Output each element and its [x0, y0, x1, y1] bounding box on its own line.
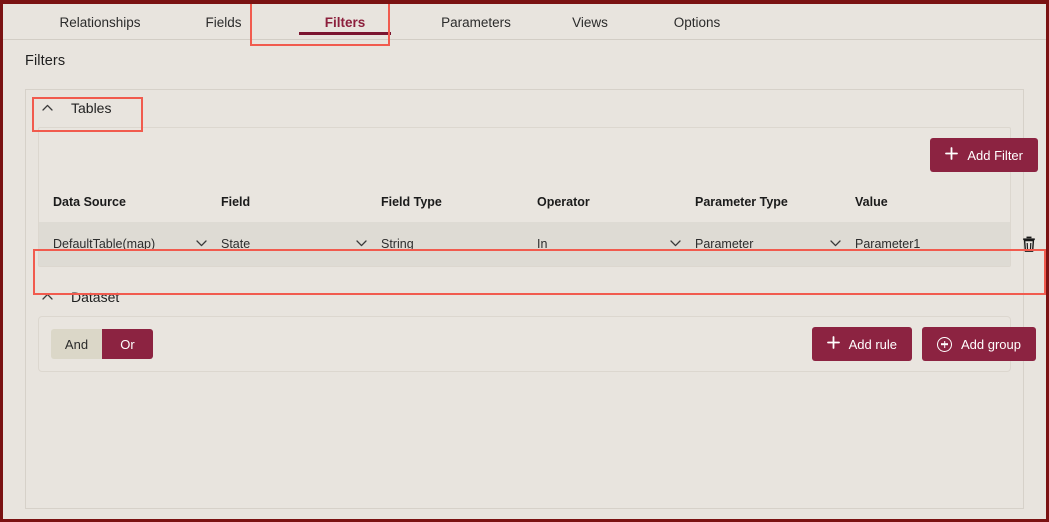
tab-strip: Relationships Fields Filters Parameters …	[3, 3, 1046, 40]
dataset-section-header[interactable]: Dataset	[26, 279, 1023, 314]
operator-value: In	[537, 237, 548, 251]
field-type-value: String	[381, 237, 414, 251]
page-title: Filters	[25, 53, 66, 69]
tables-filter-card: Add Filter Data Source Field Field Type …	[38, 127, 1038, 267]
filters-page: Filters Tables Add Filter Data Source Fi…	[3, 41, 1046, 519]
tab-list: Relationships Fields Filters Parameters …	[3, 3, 1046, 39]
tab-options[interactable]: Options	[642, 3, 752, 39]
tab-relationships-label: Relationships	[59, 14, 141, 30]
add-rule-label: Add rule	[848, 336, 897, 352]
filter-table-row: DefaultTable(map) State String In Parame…	[39, 222, 1035, 266]
filter-table-header: Data Source Field Field Type Operator Pa…	[39, 182, 1010, 222]
column-header-field: Field	[221, 195, 251, 209]
data-source-dropdown[interactable]: DefaultTable(map)	[53, 237, 221, 251]
parameter-type-value: Parameter	[695, 237, 754, 251]
add-group-button[interactable]: Add group	[922, 327, 1036, 361]
delete-filter-button[interactable]	[1020, 234, 1038, 254]
add-filter-button[interactable]: Add Filter	[930, 138, 1038, 172]
dataset-section-title: Dataset	[71, 288, 120, 305]
tables-card-toolbar: Add Filter	[39, 128, 1038, 182]
dataset-action-buttons: Add rule Add group	[811, 327, 1036, 361]
operator-dropdown[interactable]: In	[537, 237, 695, 251]
chevron-down-icon	[830, 239, 841, 250]
column-header-operator: Operator	[537, 195, 590, 209]
chevron-down-icon	[670, 239, 681, 250]
tab-fields[interactable]: Fields	[171, 3, 276, 39]
tab-filters-label: Filters	[324, 14, 366, 30]
value-cell[interactable]: Parameter1	[855, 237, 1020, 251]
field-dropdown[interactable]: State	[221, 237, 381, 251]
chevron-up-icon	[39, 293, 55, 300]
tab-parameters-label: Parameters	[441, 14, 511, 30]
dataset-rule-builder: And Or Add rule Add group	[38, 316, 1036, 372]
tab-relationships[interactable]: Relationships	[29, 3, 171, 39]
tab-options-label: Options	[673, 14, 721, 30]
chevron-down-icon	[196, 239, 207, 250]
add-group-label: Add group	[961, 336, 1021, 352]
filters-panel: Tables Add Filter Data Source Field Fiel…	[25, 89, 1038, 509]
column-header-parameter-type: Parameter Type	[695, 195, 788, 209]
circle-plus-icon	[937, 336, 952, 352]
chevron-down-icon	[356, 239, 367, 250]
add-filter-label: Add Filter	[967, 147, 1023, 163]
tables-section-header[interactable]: Tables	[26, 90, 1023, 125]
logic-toggle-or[interactable]: Or	[102, 329, 153, 359]
column-header-data-source: Data Source	[53, 195, 126, 209]
field-value: State	[221, 237, 251, 251]
tab-views[interactable]: Views	[538, 3, 642, 39]
trash-icon	[1022, 236, 1036, 255]
chevron-up-icon	[39, 104, 55, 111]
plus-icon	[945, 146, 959, 164]
tab-fields-label: Fields	[205, 14, 242, 30]
tab-parameters[interactable]: Parameters	[414, 3, 538, 39]
data-source-value: DefaultTable(map)	[53, 237, 156, 251]
logic-toggle-and[interactable]: And	[51, 329, 102, 359]
add-rule-button[interactable]: Add rule	[811, 327, 912, 361]
row-actions	[1020, 234, 1048, 254]
column-header-value: Value	[855, 195, 888, 209]
logic-toggle-group: And Or	[51, 329, 153, 359]
parameter-type-dropdown[interactable]: Parameter	[695, 237, 855, 251]
tab-views-label: Views	[572, 14, 608, 30]
tables-section-title: Tables	[71, 99, 112, 116]
column-header-field-type: Field Type	[381, 195, 442, 209]
dataset-section: Dataset And Or Add rule Add group	[26, 279, 1036, 372]
tab-active-underline	[299, 32, 391, 35]
tab-filters[interactable]: Filters	[276, 3, 414, 39]
field-type-value-cell: String	[381, 237, 537, 251]
plus-icon	[826, 335, 840, 353]
add-filter-wrapper: Add Filter	[930, 138, 1038, 172]
value-text: Parameter1	[855, 237, 921, 251]
